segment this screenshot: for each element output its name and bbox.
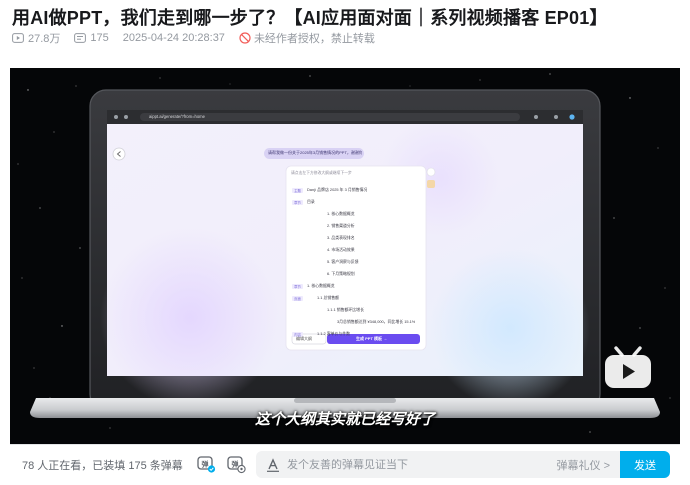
no-reprint-icon [239,32,251,44]
outline-item-text: 1. 核心数据概览 [307,283,335,288]
outline-item-text: 5. 客户洞察与反馈 [327,259,359,264]
outline-item: 页面 1.1 总销售额 [292,293,422,303]
outline-item-tag: 主题 [292,187,303,193]
outline-item: 3. 品类表现排名 [292,233,422,243]
outline-item-text: 2. 销售渠道分析 [327,223,355,228]
generate-ppt-button: 生成 PPT 模板 → [356,336,388,341]
copyright-notice: 未经作者授权，禁止转载 [239,30,375,46]
outline-item-tag: 章节 [292,199,303,205]
publish-time-text: 2025-04-24 20:28:37 [122,32,225,44]
outline-item-text: 6. 下月策略规划 [327,271,355,276]
outline-item: 章节 1. 核心数据概览 [292,281,422,291]
video-title: 用AI做PPT，我们走到哪一步了？【AI应用面对面｜系列视频播客 EP01】 [12,8,608,28]
danmaku-input[interactable] [287,458,557,471]
edit-outline-button: 编辑大纲 [296,336,312,341]
outline-item: 5. 客户洞察与反馈 [292,257,422,267]
danmaku-count-text: 175 [90,32,109,44]
danmaku-count: 175 [74,32,109,44]
publish-time: 2025-04-24 20:28:37 [123,32,225,44]
outline-item: 2. 销售渠道分析 [292,221,422,231]
outline-item: 3月总销售额达到 ¥348,000，同比增长 15.1% [292,317,422,327]
outline-item: 章节 目录 [292,197,422,207]
outline-item: 1.1.1 销售额环比增长 [292,305,422,315]
bilibili-tv-logo-icon [605,346,651,388]
outline-item: 4. 市场活动效果 [292,245,422,255]
viewer-count-text: 78 人正在看，已装填 175 条弹幕 [22,460,183,472]
outline-item-tag: 章节 [292,283,303,289]
danmaku-input-wrap: 弹幕礼仪 > [256,451,620,478]
video-player[interactable]: aippt.ai/generate/?from=home 请帮我做一份关于202… [10,68,680,444]
video-subtitle: 这个大纲其实就已经写好了 [254,410,435,428]
danmaku-count-icon [74,33,87,43]
outline-item: 6. 下月策略规划 [292,269,422,279]
outline-item-tag: 页面 [292,295,303,301]
browser-url: aippt.ai/generate/?from=home [149,114,205,119]
video-meta: 27.8万 175 2025-04-24 20:28:37 未经作者授权，禁止转… [12,30,375,46]
outline-item-text: 1. 核心数据概览 [327,211,355,216]
outline-item-text: 3月总销售额达到 ¥348,000，同比增长 15.1% [337,319,416,324]
danmaku-toggle-icon[interactable]: 弹 [196,454,216,474]
prompt-bubble-text: 请帮我做一份关于2025年3月销售情况的PPT，谢谢你啦！ [268,150,362,155]
outline-item-text: 目录 [307,199,315,204]
outline-item-text: 3. 品类表现排名 [327,235,355,240]
play-count: 27.8万 [12,30,60,46]
outline-item: 1. 核心数据概览 [292,209,422,219]
video-frame [17,73,671,433]
danmaku-bar: 78 人正在看，已装填 175 条弹幕 弹 弹 弹幕礼仪 > 发送 [10,444,680,485]
outline-item-text: 1.1.2 客单价与件数 [317,331,351,336]
text-style-icon[interactable] [265,457,281,473]
play-count-text: 27.8万 [28,33,61,45]
svg-text:弹: 弹 [232,460,239,469]
outline-item-text: 1.1.1 销售额环比增长 [327,307,364,312]
panel-header: 请点击左下方修改大纲或继续下一步 [291,171,352,175]
svg-text:弹: 弹 [202,460,209,469]
copyright-notice-text: 未经作者授权，禁止转载 [253,33,375,45]
outline-item-text: 4. 市场活动效果 [327,247,355,252]
outline-item: 主题 Danjì 品牌店 2025 年 3 月销售情况 [292,185,422,195]
danmaku-etiquette-link[interactable]: 弹幕礼仪 > [557,457,610,473]
danmaku-setting-icon[interactable]: 弹 [226,454,246,474]
send-danmaku-button[interactable]: 发送 [620,451,670,478]
play-count-icon [12,33,24,43]
outline-item-text: 1.1 总销售额 [317,295,340,300]
outline-item-text: Danjì 品牌店 2025 年 3 月销售情况 [307,187,368,192]
